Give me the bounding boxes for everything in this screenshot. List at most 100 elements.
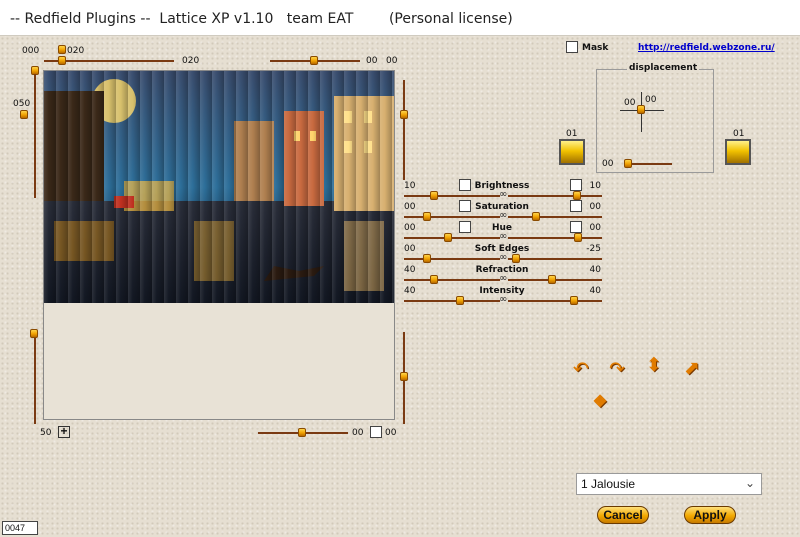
link-icon[interactable]: ∞ [499, 210, 507, 221]
param-right-value: 00 [589, 223, 601, 233]
top-left-value-a: 000 [22, 46, 40, 56]
param-right-checkbox[interactable] [570, 179, 582, 191]
param-left-track[interactable] [404, 237, 500, 239]
param-right-value: 10 [589, 181, 601, 191]
mask-checkbox[interactable] [566, 41, 578, 53]
link-icon[interactable]: ∞ [499, 231, 507, 242]
zoom-in-button[interactable]: + [58, 425, 70, 438]
param-right-knob[interactable] [573, 191, 581, 200]
vertical-value-knob[interactable] [20, 110, 28, 119]
jalousie-stripe [212, 71, 224, 303]
rotate-left-icon[interactable]: ↶ [570, 358, 592, 380]
preset-select-value: 1 Jalousie [581, 477, 636, 491]
vertical-slider-track-lower[interactable] [34, 338, 36, 424]
horizontal-slider-knob[interactable] [58, 56, 66, 65]
param-left-knob[interactable] [444, 233, 452, 242]
param-left-knob[interactable] [423, 212, 431, 221]
param-right-track[interactable] [508, 258, 602, 260]
jalousie-stripe [272, 71, 284, 303]
preview-right-slider-knob[interactable] [400, 110, 408, 119]
cancel-button[interactable]: Cancel [597, 506, 649, 524]
jalousie-stripe [56, 71, 68, 303]
param-left-track[interactable] [404, 258, 500, 260]
offset-value-a: 00 [366, 56, 378, 66]
param-right-knob[interactable] [574, 233, 582, 242]
flip-vertical-icon[interactable]: ⬍ [643, 354, 665, 376]
jalousie-stripe [332, 71, 344, 303]
param-left-track[interactable] [404, 195, 500, 197]
color-right-label: 01 [733, 129, 745, 139]
jalousie-stripe [176, 71, 188, 303]
param-right-track[interactable] [508, 195, 602, 197]
jalousie-stripe [308, 71, 320, 303]
param-right-knob[interactable] [532, 212, 540, 221]
offset-value-b: 00 [386, 56, 398, 66]
param-left-knob[interactable] [456, 296, 464, 305]
dice-icon[interactable]: ⬥ [589, 389, 611, 411]
preview-right-slider-track[interactable] [403, 80, 405, 180]
param-right-knob[interactable] [570, 296, 578, 305]
bottom-slider-value: 00 [352, 428, 364, 438]
offset-slider-knob[interactable] [310, 56, 318, 65]
param-left-value: 10 [404, 181, 416, 191]
jalousie-stripe [236, 71, 248, 303]
apply-button[interactable]: Apply [684, 506, 736, 524]
top-left-knob[interactable] [58, 45, 66, 54]
link-icon[interactable]: ∞ [499, 294, 507, 305]
jalousie-stripe [104, 71, 116, 303]
jalousie-stripe [44, 71, 56, 303]
bottom-check-value: 00 [385, 428, 397, 438]
preview-right-lower-knob[interactable] [400, 372, 408, 381]
preview-area[interactable] [43, 70, 395, 420]
param-left-value: 40 [404, 265, 416, 275]
param-right-knob[interactable] [548, 275, 556, 284]
param-right-track[interactable] [508, 237, 602, 239]
param-right-value: 40 [589, 265, 601, 275]
preset-select[interactable]: 1 Jalousie ⌄ [576, 473, 762, 495]
color-left-swatch[interactable] [559, 139, 585, 165]
bottom-slider-knob[interactable] [298, 428, 306, 437]
link-icon[interactable]: ∞ [499, 273, 507, 284]
param-left-track[interactable] [404, 279, 500, 281]
jalousie-stripe [68, 71, 80, 303]
vertical-slider-value: 050 [13, 99, 31, 109]
color-right-swatch[interactable] [725, 139, 751, 165]
rotate-right-icon[interactable]: ↷ [606, 358, 628, 380]
displacement-y: 00 [645, 95, 657, 105]
param-right-track[interactable] [508, 300, 602, 302]
displacement-slider-knob[interactable] [624, 159, 632, 168]
displacement-knob[interactable] [637, 105, 645, 114]
jalousie-stripe [380, 71, 392, 303]
jalousie-stripe [128, 71, 140, 303]
window-title: -- Redfield Plugins -- Lattice XP v1.10 … [0, 0, 800, 36]
bottom-checkbox[interactable] [370, 426, 382, 438]
param-left-track[interactable] [404, 216, 500, 218]
jalousie-stripe [248, 71, 260, 303]
link-icon[interactable]: ∞ [499, 252, 507, 263]
param-right-track[interactable] [508, 216, 602, 218]
vertical-slider-bottom-knob[interactable] [30, 329, 38, 338]
displacement-box[interactable] [596, 69, 714, 173]
jalousie-stripe [260, 71, 272, 303]
param-right-knob[interactable] [512, 254, 520, 263]
param-left-knob[interactable] [430, 275, 438, 284]
param-left-track[interactable] [404, 300, 500, 302]
jalousie-stripe [224, 71, 236, 303]
jalousie-stripe [188, 71, 200, 303]
param-right-checkbox[interactable] [570, 200, 582, 212]
jalousie-stripe [344, 71, 356, 303]
param-left-knob[interactable] [423, 254, 431, 263]
horizontal-slider-value: 020 [182, 56, 200, 66]
displacement-title: displacement [627, 63, 700, 73]
param-right-checkbox[interactable] [570, 221, 582, 233]
vertical-slider-track[interactable] [34, 74, 36, 198]
website-link[interactable]: http://redfield.webzone.ru/ [638, 43, 775, 53]
diagonal-arrow-icon[interactable]: ⬈ [681, 357, 703, 379]
param-left-knob[interactable] [430, 191, 438, 200]
jalousie-stripe [140, 71, 152, 303]
param-right-value: -25 [586, 244, 601, 254]
link-icon[interactable]: ∞ [499, 189, 507, 200]
jalousie-stripe [392, 71, 394, 303]
param-left-value: 40 [404, 286, 416, 296]
preview-image [44, 71, 394, 303]
